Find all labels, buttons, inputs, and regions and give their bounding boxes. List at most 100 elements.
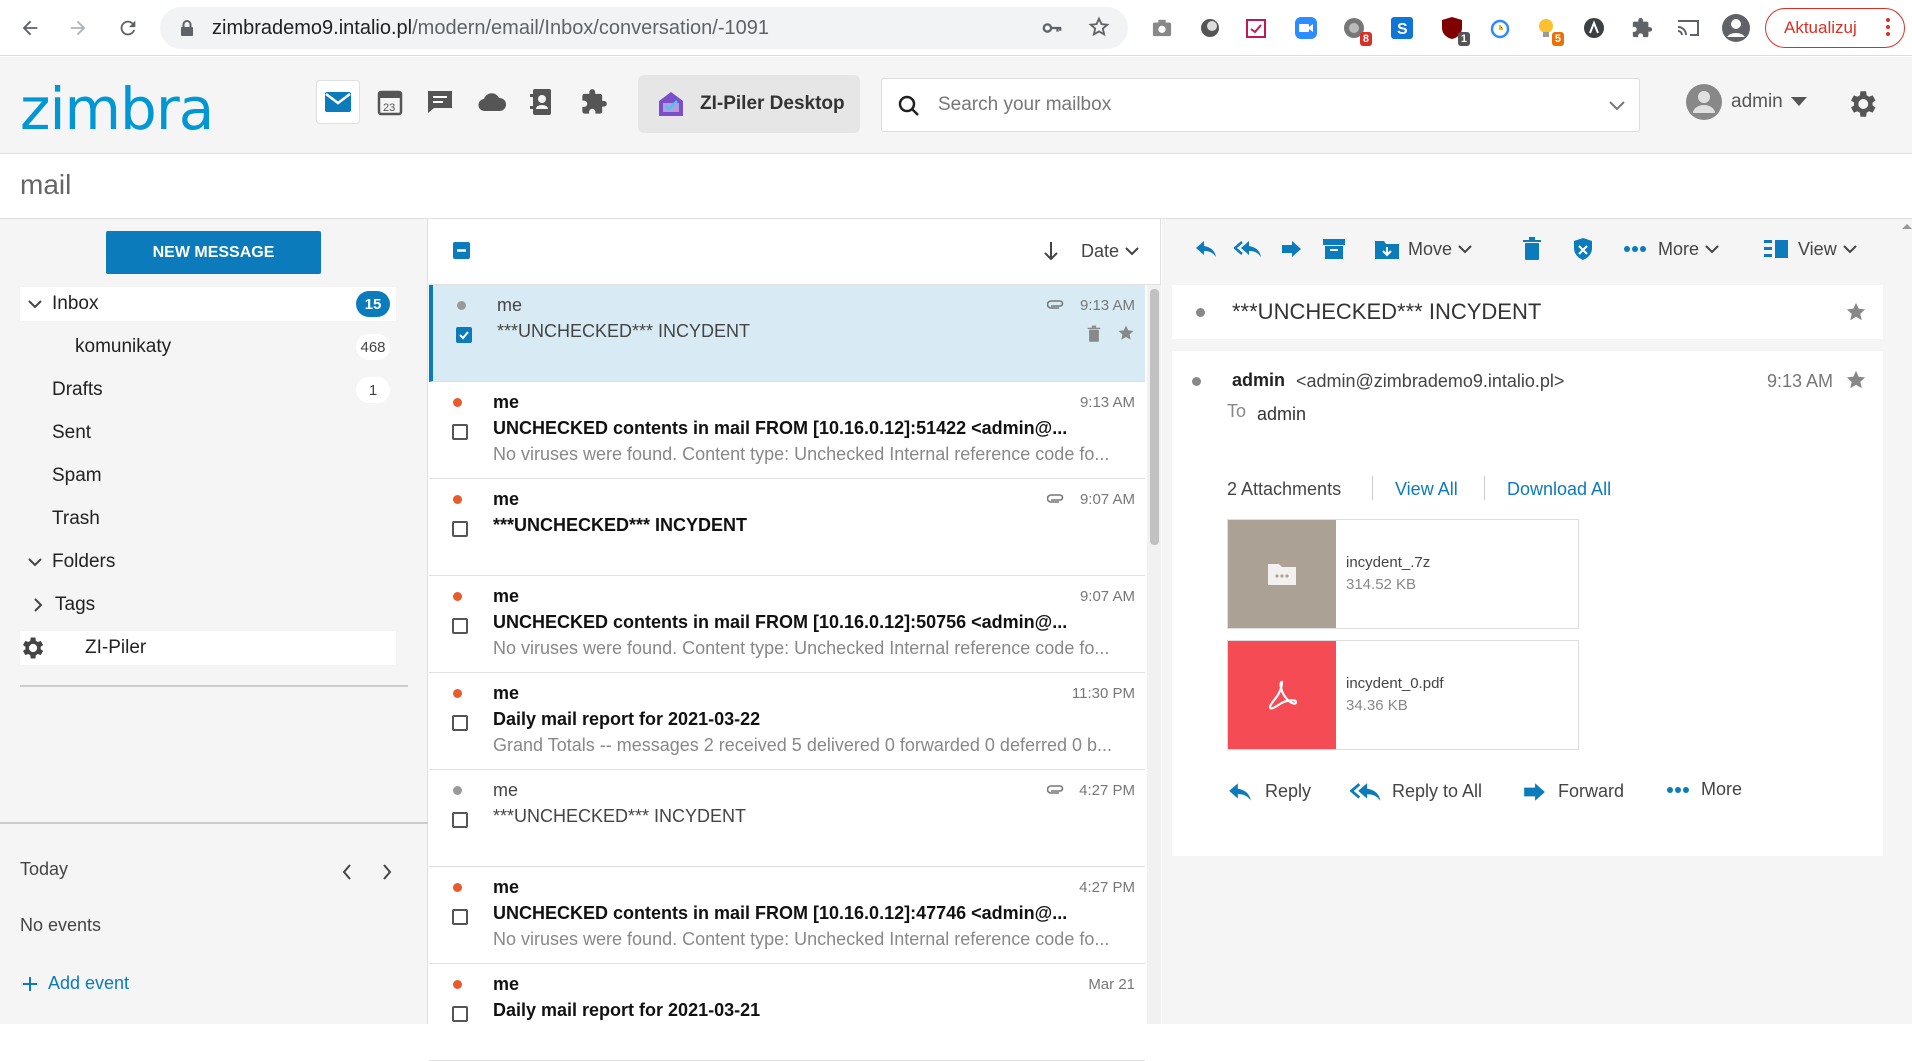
spy-extension-icon[interactable]: 8 xyxy=(1338,12,1372,46)
address-bar[interactable]: zimbrademo9.intalio.pl/modern/email/Inbo… xyxy=(160,7,1128,49)
scrollbar-thumb[interactable] xyxy=(1150,289,1159,545)
reload-icon[interactable] xyxy=(112,12,144,44)
chevron-down-icon[interactable] xyxy=(28,299,42,309)
calendar-extension-icon[interactable] xyxy=(1240,12,1272,44)
read-status-dot[interactable] xyxy=(453,980,462,989)
forward-toolbar-button[interactable] xyxy=(1280,233,1302,265)
bookmark-star-icon[interactable] xyxy=(1088,16,1110,38)
profile-avatar-icon[interactable] xyxy=(1720,12,1752,44)
zi-piler-desktop-button[interactable]: ZI-Piler Desktop xyxy=(638,75,860,133)
spam-shield-button[interactable] xyxy=(1572,233,1594,265)
contacts-app-icon[interactable] xyxy=(520,80,564,124)
s-extension-icon[interactable]: S xyxy=(1386,12,1418,44)
chevron-right-icon[interactable] xyxy=(382,864,392,880)
folder-trash[interactable]: Trash xyxy=(20,502,396,536)
row-checkbox[interactable] xyxy=(452,1006,468,1022)
search-input[interactable]: Search your mailbox xyxy=(881,78,1640,132)
row-checkbox[interactable] xyxy=(452,812,468,828)
cloud-app-icon[interactable] xyxy=(470,80,514,124)
flag-star-icon[interactable] xyxy=(1117,324,1135,342)
zimbra-logo[interactable]: zimbra xyxy=(20,75,214,143)
mail-app-icon[interactable] xyxy=(316,80,360,124)
row-checkbox[interactable] xyxy=(452,909,468,925)
message-row[interactable]: me Daily mail report for 2021-03-21 Mar 21 xyxy=(429,964,1145,1061)
folder-komunikaty[interactable]: komunikaty 468 xyxy=(20,330,396,364)
message-row[interactable]: me UNCHECKED contents in mail FROM [10.16… xyxy=(429,867,1145,964)
message-row[interactable]: me Daily mail report for 2021-03-22 Grand … xyxy=(429,673,1145,770)
reply-all-toolbar-button[interactable] xyxy=(1234,233,1262,265)
message-row[interactable]: me UNCHECKED contents in mail FROM [10.16… xyxy=(429,382,1145,479)
sender-name[interactable]: admin xyxy=(1232,370,1285,391)
chat-app-icon[interactable] xyxy=(418,80,462,124)
chevron-right-icon[interactable] xyxy=(34,598,43,612)
row-checkbox[interactable] xyxy=(452,521,468,537)
ublock-icon[interactable]: 1 xyxy=(1436,12,1470,46)
alarm-clock-icon[interactable] xyxy=(1484,12,1516,44)
message-row[interactable]: me UNCHECKED contents in mail FROM [10.16… xyxy=(429,576,1145,673)
attachment-card[interactable]: incydent_.7z 314.52 KB xyxy=(1227,519,1579,629)
delete-button[interactable] xyxy=(1522,233,1542,265)
zoom-icon[interactable] xyxy=(1290,12,1322,44)
read-status-dot[interactable] xyxy=(457,301,466,310)
back-icon[interactable] xyxy=(14,12,46,44)
lock-icon[interactable] xyxy=(180,19,194,37)
sort-direction-icon[interactable] xyxy=(1044,241,1058,261)
chevron-down-icon[interactable] xyxy=(28,557,42,567)
read-status-dot[interactable] xyxy=(1196,308,1205,317)
key-icon[interactable] xyxy=(1040,17,1064,39)
folder-spam[interactable]: Spam xyxy=(20,459,396,493)
tags-group[interactable]: Tags xyxy=(20,588,396,622)
pane-scroll-up-icon[interactable] xyxy=(1902,223,1912,229)
extensions-puzzle-icon[interactable] xyxy=(1626,12,1658,44)
reply-all-button[interactable]: Reply to All xyxy=(1350,781,1482,802)
folder-sent[interactable]: Sent xyxy=(20,416,396,450)
gear-icon[interactable] xyxy=(18,634,46,662)
forward-nav-icon[interactable] xyxy=(62,12,94,44)
more-toolbar-button[interactable]: More xyxy=(1624,233,1719,265)
message-row[interactable]: me ***UNCHECKED*** INCYDENT 9:13 AM xyxy=(429,285,1145,382)
view-all-link[interactable]: View All xyxy=(1395,479,1458,500)
row-checkbox[interactable] xyxy=(452,424,468,440)
archive-button[interactable] xyxy=(1322,233,1346,265)
read-status-dot[interactable] xyxy=(453,689,462,698)
sender-email[interactable]: <admin@zimbrademo9.intalio.pl> xyxy=(1296,371,1564,392)
flag-star-icon[interactable] xyxy=(1845,301,1867,323)
view-button[interactable]: View xyxy=(1764,233,1857,265)
chevron-left-icon[interactable] xyxy=(342,864,352,880)
attachment-card[interactable]: incydent_0.pdf 34.36 KB xyxy=(1227,640,1579,750)
row-checkbox[interactable] xyxy=(456,327,472,343)
lightbulb-icon[interactable]: 5 xyxy=(1530,12,1564,46)
read-status-dot[interactable] xyxy=(453,786,462,795)
select-all-checkbox[interactable] xyxy=(453,242,470,259)
row-checkbox[interactable] xyxy=(452,618,468,634)
row-checkbox[interactable] xyxy=(452,715,468,731)
read-status-dot[interactable] xyxy=(453,592,462,601)
read-status-dot[interactable] xyxy=(1192,377,1201,386)
chevron-down-icon[interactable] xyxy=(1609,101,1625,111)
settings-gear-icon[interactable] xyxy=(1845,87,1879,121)
cast-icon[interactable] xyxy=(1672,12,1704,44)
camera-icon[interactable] xyxy=(1146,12,1178,44)
move-button[interactable]: Move xyxy=(1374,233,1472,265)
message-row[interactable]: me ***UNCHECKED*** INCYDENT 4:27 PM xyxy=(429,770,1145,867)
circle-extension-icon[interactable] xyxy=(1194,12,1226,44)
reply-toolbar-button[interactable] xyxy=(1194,233,1218,265)
trash-icon[interactable] xyxy=(1087,325,1101,343)
integrations-puzzle-icon[interactable] xyxy=(572,80,616,124)
update-button[interactable]: Aktualizuj xyxy=(1765,8,1905,48)
zi-piler-item[interactable]: ZI-Piler xyxy=(20,631,396,665)
new-message-button[interactable]: NEW MESSAGE xyxy=(106,231,321,274)
download-all-link[interactable]: Download All xyxy=(1507,479,1611,500)
add-event-link[interactable]: Add event xyxy=(22,973,129,994)
accessibility-icon[interactable] xyxy=(1578,12,1610,44)
folders-group[interactable]: Folders xyxy=(20,545,396,579)
reply-button[interactable]: Reply xyxy=(1227,781,1311,802)
folder-drafts[interactable]: Drafts 1 xyxy=(20,373,396,407)
scrollbar[interactable] xyxy=(1147,285,1161,1024)
recipient[interactable]: admin xyxy=(1257,404,1306,425)
message-row[interactable]: me ***UNCHECKED*** INCYDENT 9:07 AM xyxy=(429,479,1145,576)
read-status-dot[interactable] xyxy=(453,398,462,407)
read-status-dot[interactable] xyxy=(453,883,462,892)
calendar-app-icon[interactable]: 23 xyxy=(368,80,412,124)
flag-star-icon[interactable] xyxy=(1845,369,1867,391)
